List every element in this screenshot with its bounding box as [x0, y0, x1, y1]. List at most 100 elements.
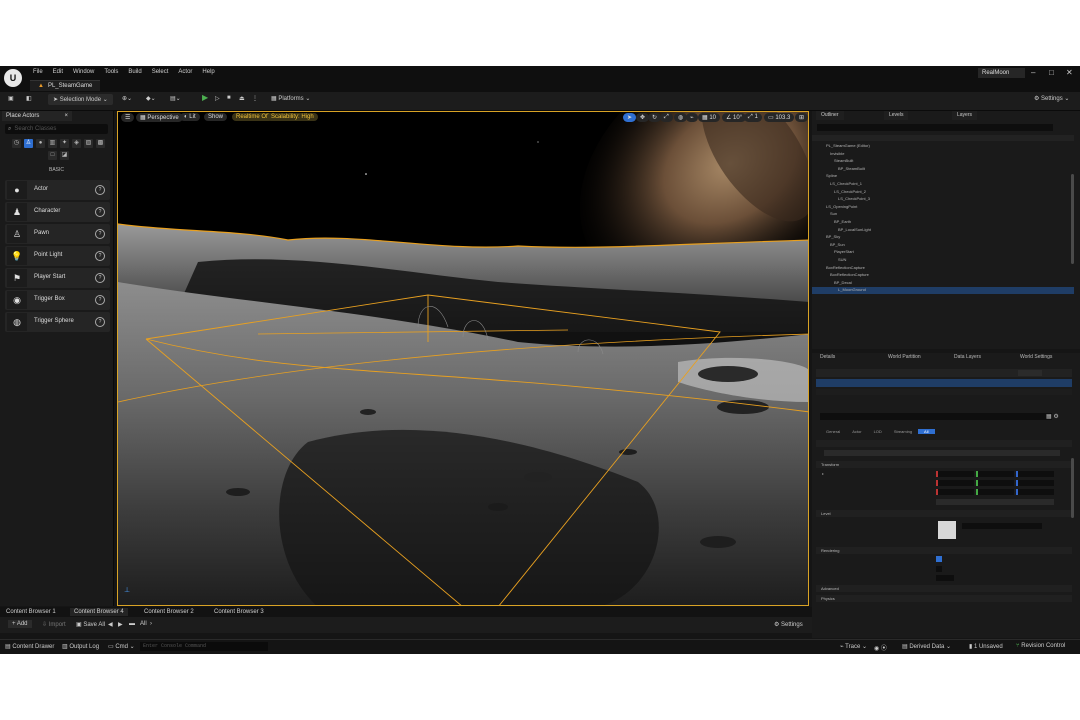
tab-world-partition[interactable]: World Partition [884, 353, 925, 362]
cinematics-icon[interactable]: ▤⌄ [170, 95, 181, 102]
rotation-x-field[interactable] [936, 480, 974, 486]
filter-tab-actor[interactable]: Actor [846, 429, 867, 434]
section-transform[interactable]: Transform [816, 461, 1072, 468]
add-component-button[interactable] [1018, 370, 1042, 376]
cinematic-category-icon[interactable]: ▥ [48, 139, 57, 148]
outliner-row[interactable]: BoxReflectionCapture [812, 265, 1074, 271]
grid-snap-button[interactable]: ▦ 10 [698, 113, 721, 122]
selection-mode-dropdown[interactable]: ➤ Selection Mode ⌄ [48, 94, 113, 105]
console-command-input[interactable]: Enter Console Command [140, 642, 268, 651]
outliner-row[interactable]: BP_Earth [812, 219, 1074, 225]
level-asset-picker[interactable] [962, 523, 1042, 529]
lights-category-icon[interactable]: ● [36, 139, 45, 148]
tab-outliner[interactable]: Outliner [816, 111, 844, 120]
content-icon[interactable]: ◧ [26, 95, 32, 102]
actor-item-character[interactable]: ♟ Character? [5, 202, 110, 222]
tab-layers[interactable]: Layers [952, 111, 978, 120]
geometry-category-icon[interactable]: ◈ [72, 139, 81, 148]
help-icon[interactable]: ? [95, 317, 105, 327]
folder-icon[interactable]: ▬ [129, 621, 135, 627]
select-mode-icon[interactable]: ➤ [623, 113, 637, 122]
output-log-button[interactable]: ▥ Output Log [62, 643, 99, 650]
settings-dropdown[interactable]: ⚙ Settings ⌄ [1034, 95, 1069, 102]
filter-tab-general[interactable]: General [820, 429, 846, 434]
outliner-row[interactable]: BP_LocalSunLight [812, 227, 1074, 233]
location-z-field[interactable] [1016, 471, 1054, 477]
breadcrumb-chevron-icon[interactable]: › [150, 621, 152, 627]
filter-tab-all[interactable]: All [918, 429, 935, 434]
level-viewport[interactable]: ⊥ ☰ ▦ Perspective ◐ Lit Show Realtime Of… [117, 111, 809, 606]
outliner-search-input[interactable] [817, 124, 1053, 131]
outliner-row[interactable] [812, 303, 1074, 309]
maximize-viewport-icon[interactable]: ⊞ [795, 113, 808, 122]
camera-speed-button[interactable]: ▭ 103.3 [764, 113, 795, 122]
outliner-row[interactable]: L_MoonGround [812, 287, 1074, 294]
outliner-row[interactable]: BP_SteamBuilt [812, 166, 1074, 172]
play-options-icon[interactable]: ⋮ [252, 95, 258, 102]
level-tab[interactable]: ▲ PL_SteamGame [30, 80, 101, 91]
root-component-row[interactable] [816, 379, 1072, 387]
tab-levels[interactable]: Levels [884, 111, 909, 120]
outliner-scrollbar[interactable] [1071, 174, 1074, 264]
trace-dropdown[interactable]: ⌁ Trace ⌄ [840, 643, 867, 650]
location-x-field[interactable] [936, 471, 974, 477]
derived-data-button[interactable]: ▤ Derived Data ⌄ [902, 643, 951, 650]
outliner-row[interactable]: Invisible [812, 151, 1074, 157]
rotation-snap-button[interactable]: ∠ 10° [722, 113, 747, 122]
help-icon[interactable]: ? [95, 207, 105, 217]
tab-content-browser-3[interactable]: Content Browser 3 [210, 608, 268, 616]
minimize-icon[interactable]: – [1031, 68, 1035, 77]
visual-effects-category-icon[interactable]: ✦ [60, 139, 69, 148]
outliner-row[interactable]: Sun [812, 211, 1074, 217]
actor-item-point-light[interactable]: 💡 Point Light? [5, 246, 110, 266]
actor-item-trigger-sphere[interactable]: ◍ Trigger Sphere? [5, 312, 110, 332]
outliner-row[interactable]: LS_CheckPoint_2 [812, 189, 1074, 195]
tab-content-browser-2[interactable]: Content Browser 2 [140, 608, 198, 616]
scale-snap-button[interactable]: ⤢ 1 [744, 113, 762, 122]
menu-help[interactable]: Help [197, 68, 219, 76]
tab-content-browser-1[interactable]: Content Browser 1 [2, 608, 60, 616]
platforms-dropdown[interactable]: ▦ Platforms ⌄ [271, 95, 310, 102]
mobility-toggle[interactable] [936, 499, 1054, 505]
editor-billboard-scale-field[interactable] [936, 575, 954, 581]
close-icon[interactable]: ✕ [1066, 68, 1073, 77]
save-icon[interactable]: ▣ [8, 95, 14, 102]
menu-tools[interactable]: Tools [99, 68, 123, 76]
help-icon[interactable]: ? [95, 229, 105, 239]
tab-world-settings[interactable]: World Settings [1016, 353, 1056, 362]
details-filter-icon[interactable]: ▦ ⚙ [1046, 413, 1059, 420]
viewport-options-icon[interactable]: ☰ [121, 113, 135, 122]
outliner-row[interactable]: LS_CheckPoint_3 [812, 196, 1074, 202]
save-all-button[interactable]: ▣ Save All [76, 621, 105, 628]
outliner-row[interactable]: PlayerStart [812, 249, 1074, 255]
help-icon[interactable]: ? [95, 251, 105, 261]
more-category-icon[interactable]: ◪ [60, 151, 69, 160]
actor-item-pawn[interactable]: ♙ Pawn? [5, 224, 110, 244]
place-actors-tab[interactable]: Place Actors × [2, 111, 72, 121]
menu-file[interactable]: File [28, 68, 48, 76]
play-icon[interactable]: ▶ [202, 93, 208, 102]
menu-select[interactable]: Select [147, 68, 174, 76]
import-button[interactable]: ⇩ Import [42, 621, 66, 628]
outliner-row[interactable]: BP_Sky [812, 234, 1074, 240]
add-button[interactable]: + Add [8, 620, 32, 628]
history-back-icon[interactable]: ◀ [108, 621, 113, 628]
filter-tab-streaming[interactable]: Streaming [888, 429, 918, 434]
section-level[interactable]: Level [816, 510, 1072, 517]
all-classes-category-icon[interactable]: ▩ [96, 139, 105, 148]
volumes-category-icon[interactable]: ▨ [84, 139, 93, 148]
edit-button[interactable] [824, 450, 1060, 456]
hidden-in-game-checkbox[interactable] [936, 566, 942, 572]
outliner-row[interactable]: BP_Decal [812, 280, 1074, 286]
surface-snap-icon[interactable]: ⌁ [686, 113, 698, 122]
basic-category-icon[interactable]: ♙ [24, 139, 33, 148]
tab-details[interactable]: Details [816, 353, 839, 362]
section-physics[interactable]: Physics [816, 595, 1072, 602]
section-level-edit[interactable] [816, 440, 1072, 447]
blueprints-icon[interactable]: ◆⌄ [146, 95, 156, 102]
rotation-z-field[interactable] [1016, 480, 1054, 486]
help-icon[interactable]: ? [95, 185, 105, 195]
scale-x-field[interactable] [936, 489, 974, 495]
cmd-dropdown[interactable]: ▭ Cmd ⌄ [108, 643, 135, 650]
tab-data-layers[interactable]: Data Layers [950, 353, 985, 362]
